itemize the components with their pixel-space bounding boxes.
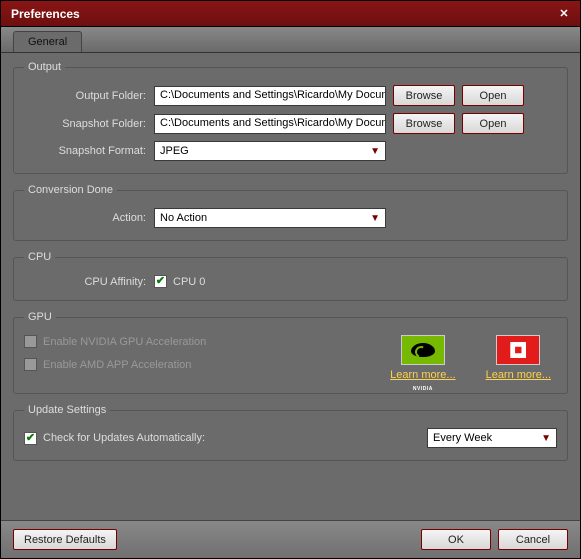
tab-general[interactable]: General <box>13 31 82 52</box>
nvidia-col: NVIDIA Learn more... <box>390 335 455 381</box>
chevron-down-icon: ▼ <box>541 433 551 444</box>
conversion-action-value: No Action <box>160 212 207 224</box>
check-updates-label[interactable]: Check for Updates Automatically: <box>43 432 205 444</box>
amd-label: Enable AMD APP Acceleration <box>43 359 191 371</box>
output-folder-browse-button[interactable]: Browse <box>393 85 455 106</box>
row-amd: Enable AMD APP Acceleration <box>24 358 390 371</box>
close-icon: ✕ <box>559 7 568 20</box>
tab-bar: General <box>1 27 580 53</box>
gpu-logos: NVIDIA Learn more... Learn more... <box>390 335 557 381</box>
check-updates-checkbox[interactable]: ✔ <box>24 432 37 445</box>
update-frequency-dropdown[interactable]: Every Week ▼ <box>427 428 557 448</box>
gpu-checks: Enable NVIDIA GPU Acceleration Enable AM… <box>24 335 390 381</box>
chevron-down-icon: ▼ <box>370 213 380 224</box>
snapshot-format-label: Snapshot Format: <box>24 145 154 157</box>
output-folder-open-button[interactable]: Open <box>462 85 524 106</box>
group-gpu-legend: GPU <box>24 311 56 323</box>
content-panel: Output Output Folder: C:\Documents and S… <box>1 53 580 520</box>
cpu0-label[interactable]: CPU 0 <box>173 276 205 288</box>
group-output-legend: Output <box>24 61 65 73</box>
snapshot-folder-open-button[interactable]: Open <box>462 113 524 134</box>
nvidia-label: Enable NVIDIA GPU Acceleration <box>43 336 206 348</box>
row-conversion-action: Action: No Action ▼ <box>24 208 557 228</box>
chevron-down-icon: ▼ <box>370 146 380 157</box>
update-frequency-value: Every Week <box>433 432 492 444</box>
row-output-folder: Output Folder: C:\Documents and Settings… <box>24 85 557 106</box>
amd-checkbox <box>24 358 37 371</box>
row-nvidia: Enable NVIDIA GPU Acceleration <box>24 335 390 348</box>
nvidia-logo-icon: NVIDIA <box>401 335 445 365</box>
group-cpu: CPU CPU Affinity: ✔ CPU 0 <box>13 251 568 301</box>
gpu-row: Enable NVIDIA GPU Acceleration Enable AM… <box>24 335 557 381</box>
cpu-affinity-label: CPU Affinity: <box>24 276 154 288</box>
cancel-button[interactable]: Cancel <box>498 529 568 550</box>
group-gpu: GPU Enable NVIDIA GPU Acceleration Enabl… <box>13 311 568 394</box>
group-cpu-legend: CPU <box>24 251 55 263</box>
group-conversion-done: Conversion Done Action: No Action ▼ <box>13 184 568 241</box>
update-left: ✔ Check for Updates Automatically: <box>24 432 427 445</box>
snapshot-format-value: JPEG <box>160 145 189 157</box>
cpu0-checkbox[interactable]: ✔ <box>154 275 167 288</box>
conversion-action-dropdown[interactable]: No Action ▼ <box>154 208 386 228</box>
restore-defaults-button[interactable]: Restore Defaults <box>13 529 117 550</box>
row-snapshot-format: Snapshot Format: JPEG ▼ <box>24 141 557 161</box>
row-update: ✔ Check for Updates Automatically: Every… <box>24 428 557 448</box>
group-conversion-legend: Conversion Done <box>24 184 117 196</box>
row-cpu-affinity: CPU Affinity: ✔ CPU 0 <box>24 275 557 288</box>
group-update-settings: Update Settings ✔ Check for Updates Auto… <box>13 404 568 461</box>
close-button[interactable]: ✕ <box>554 5 574 23</box>
amd-learn-more-link[interactable]: Learn more... <box>486 369 551 381</box>
row-snapshot-folder: Snapshot Folder: C:\Documents and Settin… <box>24 113 557 134</box>
titlebar: Preferences ✕ <box>1 1 580 27</box>
amd-col: Learn more... <box>486 335 551 381</box>
snapshot-folder-label: Snapshot Folder: <box>24 118 154 130</box>
conversion-action-label: Action: <box>24 212 154 224</box>
snapshot-folder-input[interactable]: C:\Documents and Settings\Ricardo\My Doc… <box>154 114 386 134</box>
group-output: Output Output Folder: C:\Documents and S… <box>13 61 568 174</box>
output-folder-input[interactable]: C:\Documents and Settings\Ricardo\My Doc… <box>154 86 386 106</box>
checkmark-icon: ✔ <box>26 433 35 444</box>
checkmark-icon: ✔ <box>156 276 165 287</box>
group-update-legend: Update Settings <box>24 404 110 416</box>
snapshot-folder-browse-button[interactable]: Browse <box>393 113 455 134</box>
ok-button[interactable]: OK <box>421 529 491 550</box>
snapshot-format-dropdown[interactable]: JPEG ▼ <box>154 141 386 161</box>
footer: Restore Defaults OK Cancel <box>1 520 580 558</box>
amd-logo-icon <box>496 335 540 365</box>
nvidia-learn-more-link[interactable]: Learn more... <box>390 369 455 381</box>
preferences-window: Preferences ✕ General Output Output Fold… <box>0 0 581 559</box>
output-folder-label: Output Folder: <box>24 90 154 102</box>
window-title: Preferences <box>11 7 554 21</box>
nvidia-checkbox <box>24 335 37 348</box>
